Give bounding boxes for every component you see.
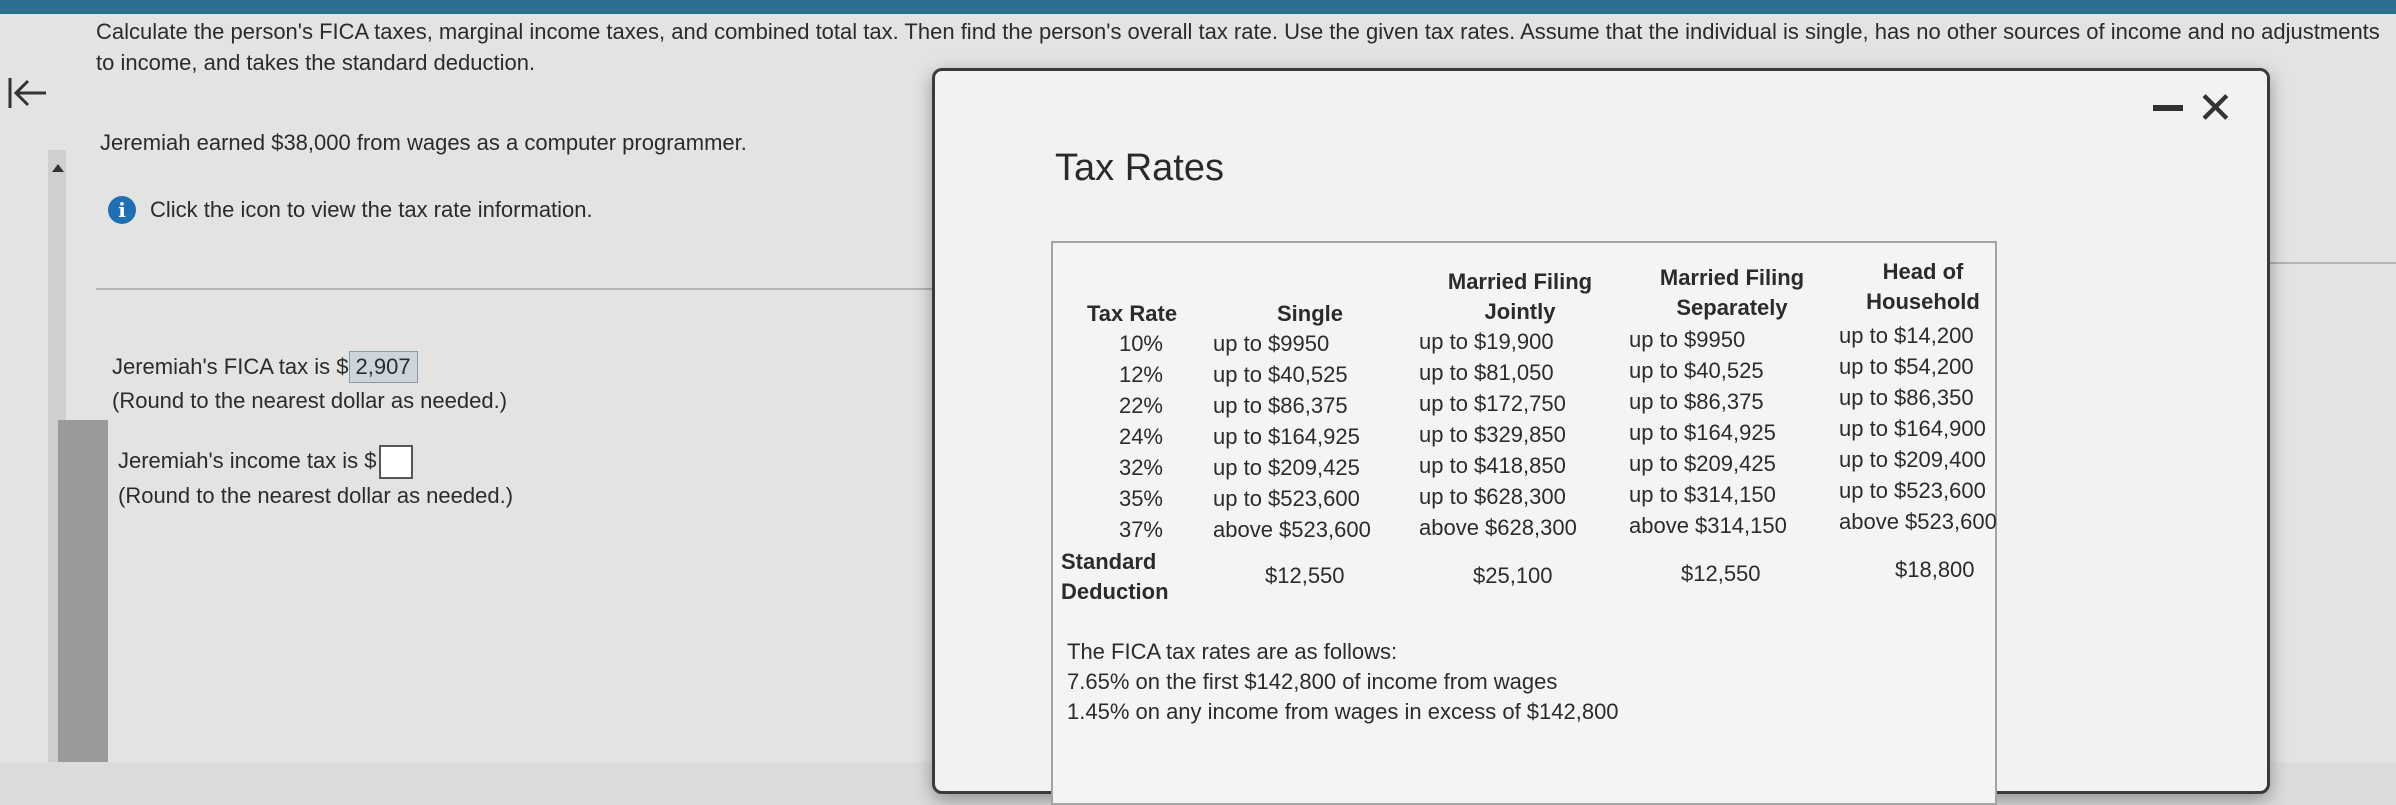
scenario-text: Jeremiah earned $38,000 from wages as a … — [100, 130, 747, 155]
fica-answer-block: Jeremiah's FICA tax is $2,907 (Round to … — [112, 350, 507, 418]
info-icon[interactable]: i — [108, 196, 136, 224]
hoh-cell: up to $523,600 — [1839, 478, 1986, 503]
hoh-cell: up to $86,350 — [1839, 385, 1974, 410]
back-arrow-icon[interactable] — [4, 70, 50, 116]
minimize-icon[interactable] — [2153, 105, 2183, 111]
mfs-cell: up to $86,375 — [1629, 389, 1764, 414]
mfs-cell: up to $9950 — [1629, 327, 1746, 352]
tax-rates-table: Tax Rate Single Married Filing Jointly M… — [1051, 241, 1997, 805]
rate-cell: 10% — [1118, 331, 1163, 356]
dialog-title: Tax Rates — [1055, 147, 1224, 189]
rate-cell: 37% — [1118, 517, 1163, 542]
single-cell: up to $209,425 — [1213, 455, 1360, 480]
single-cell: up to $523,600 — [1213, 486, 1360, 511]
mfj-cell: up to $81,050 — [1419, 360, 1554, 385]
mfs-cell: up to $314,150 — [1629, 482, 1776, 507]
hoh-cell: up to $209,400 — [1839, 447, 1986, 472]
tax-rates-dialog: ✕ Tax Rates Tax Rate Single Married Fili… — [932, 68, 2270, 805]
fica-label: Jeremiah's FICA tax is $ — [112, 354, 349, 379]
income-label: Jeremiah's income tax is $ — [118, 448, 377, 473]
standard-deduction-label: Standard Deduction — [1061, 549, 1169, 604]
info-line: i Click the icon to view the tax rate in… — [108, 196, 593, 224]
fica-line-2: 1.45% on any income from wages in excess… — [1067, 699, 1619, 724]
hoh-cell: up to $164,900 — [1839, 416, 1986, 441]
fica-intro: The FICA tax rates are as follows: — [1067, 639, 1398, 664]
hoh-cell: up to $14,200 — [1839, 323, 1974, 348]
rate-cell: 24% — [1118, 424, 1163, 449]
hoh-cell: above $523,600 — [1839, 509, 1997, 534]
fica-line-1: 7.65% on the first $142,800 of income fr… — [1067, 669, 1558, 694]
single-cell: above $523,600 — [1213, 517, 1371, 542]
section-divider — [96, 288, 946, 290]
mfj-cell: up to $418,850 — [1419, 453, 1566, 478]
income-round-note: (Round to the nearest dollar as needed.) — [118, 483, 514, 509]
close-icon[interactable]: ✕ — [2197, 87, 2234, 131]
header-single: Single — [1277, 301, 1344, 326]
sd-mfj: $25,100 — [1473, 563, 1553, 588]
mfj-cell: up to $19,900 — [1419, 329, 1554, 354]
hoh-cell: up to $54,200 — [1839, 354, 1974, 379]
rate-cell: 12% — [1118, 362, 1163, 387]
rate-cell: 32% — [1118, 455, 1163, 480]
mfs-cell: above $314,150 — [1629, 513, 1787, 538]
mfs-cell: up to $40,525 — [1629, 358, 1764, 383]
sd-mfs: $12,550 — [1681, 561, 1761, 586]
sd-single: $12,550 — [1265, 563, 1345, 588]
mfs-cell: up to $164,925 — [1629, 420, 1776, 445]
fica-answer-field[interactable]: 2,907 — [348, 351, 418, 383]
header-married-separately: Married Filing Separately — [1659, 265, 1805, 320]
header-head-of-household: Head of Household — [1866, 259, 1980, 314]
section-divider-right — [2250, 262, 2396, 264]
mfj-cell: up to $329,850 — [1419, 422, 1566, 447]
mfj-cell: up to $172,750 — [1419, 391, 1566, 416]
single-cell: up to $86,375 — [1213, 393, 1348, 418]
info-text: Click the icon to view the tax rate info… — [150, 197, 593, 222]
top-bar — [0, 0, 2396, 14]
income-answer-block: Jeremiah's income tax is $ (Round to the… — [118, 444, 513, 513]
fica-rates-note: The FICA tax rates are as follows: 7.65%… — [1067, 637, 1619, 727]
single-cell: up to $164,925 — [1213, 424, 1360, 449]
sd-hoh: $18,800 — [1895, 557, 1975, 582]
header-married-jointly: Married Filing Jointly — [1447, 269, 1593, 324]
rate-cell: 22% — [1118, 393, 1163, 418]
scroll-up-arrow-icon[interactable] — [52, 164, 64, 172]
income-tax-input[interactable] — [378, 445, 413, 480]
fica-round-note: (Round to the nearest dollar as needed.) — [112, 388, 508, 413]
mfs-cell: up to $209,425 — [1629, 451, 1776, 476]
mfj-cell: above $628,300 — [1419, 515, 1577, 540]
rate-cell: 35% — [1118, 486, 1163, 511]
scrollbar-thumb[interactable] — [58, 420, 108, 762]
single-cell: up to $9950 — [1213, 331, 1330, 356]
single-cell: up to $40,525 — [1213, 362, 1348, 387]
header-tax-rate: Tax Rate — [1087, 301, 1178, 326]
mfj-cell: up to $628,300 — [1419, 484, 1566, 509]
